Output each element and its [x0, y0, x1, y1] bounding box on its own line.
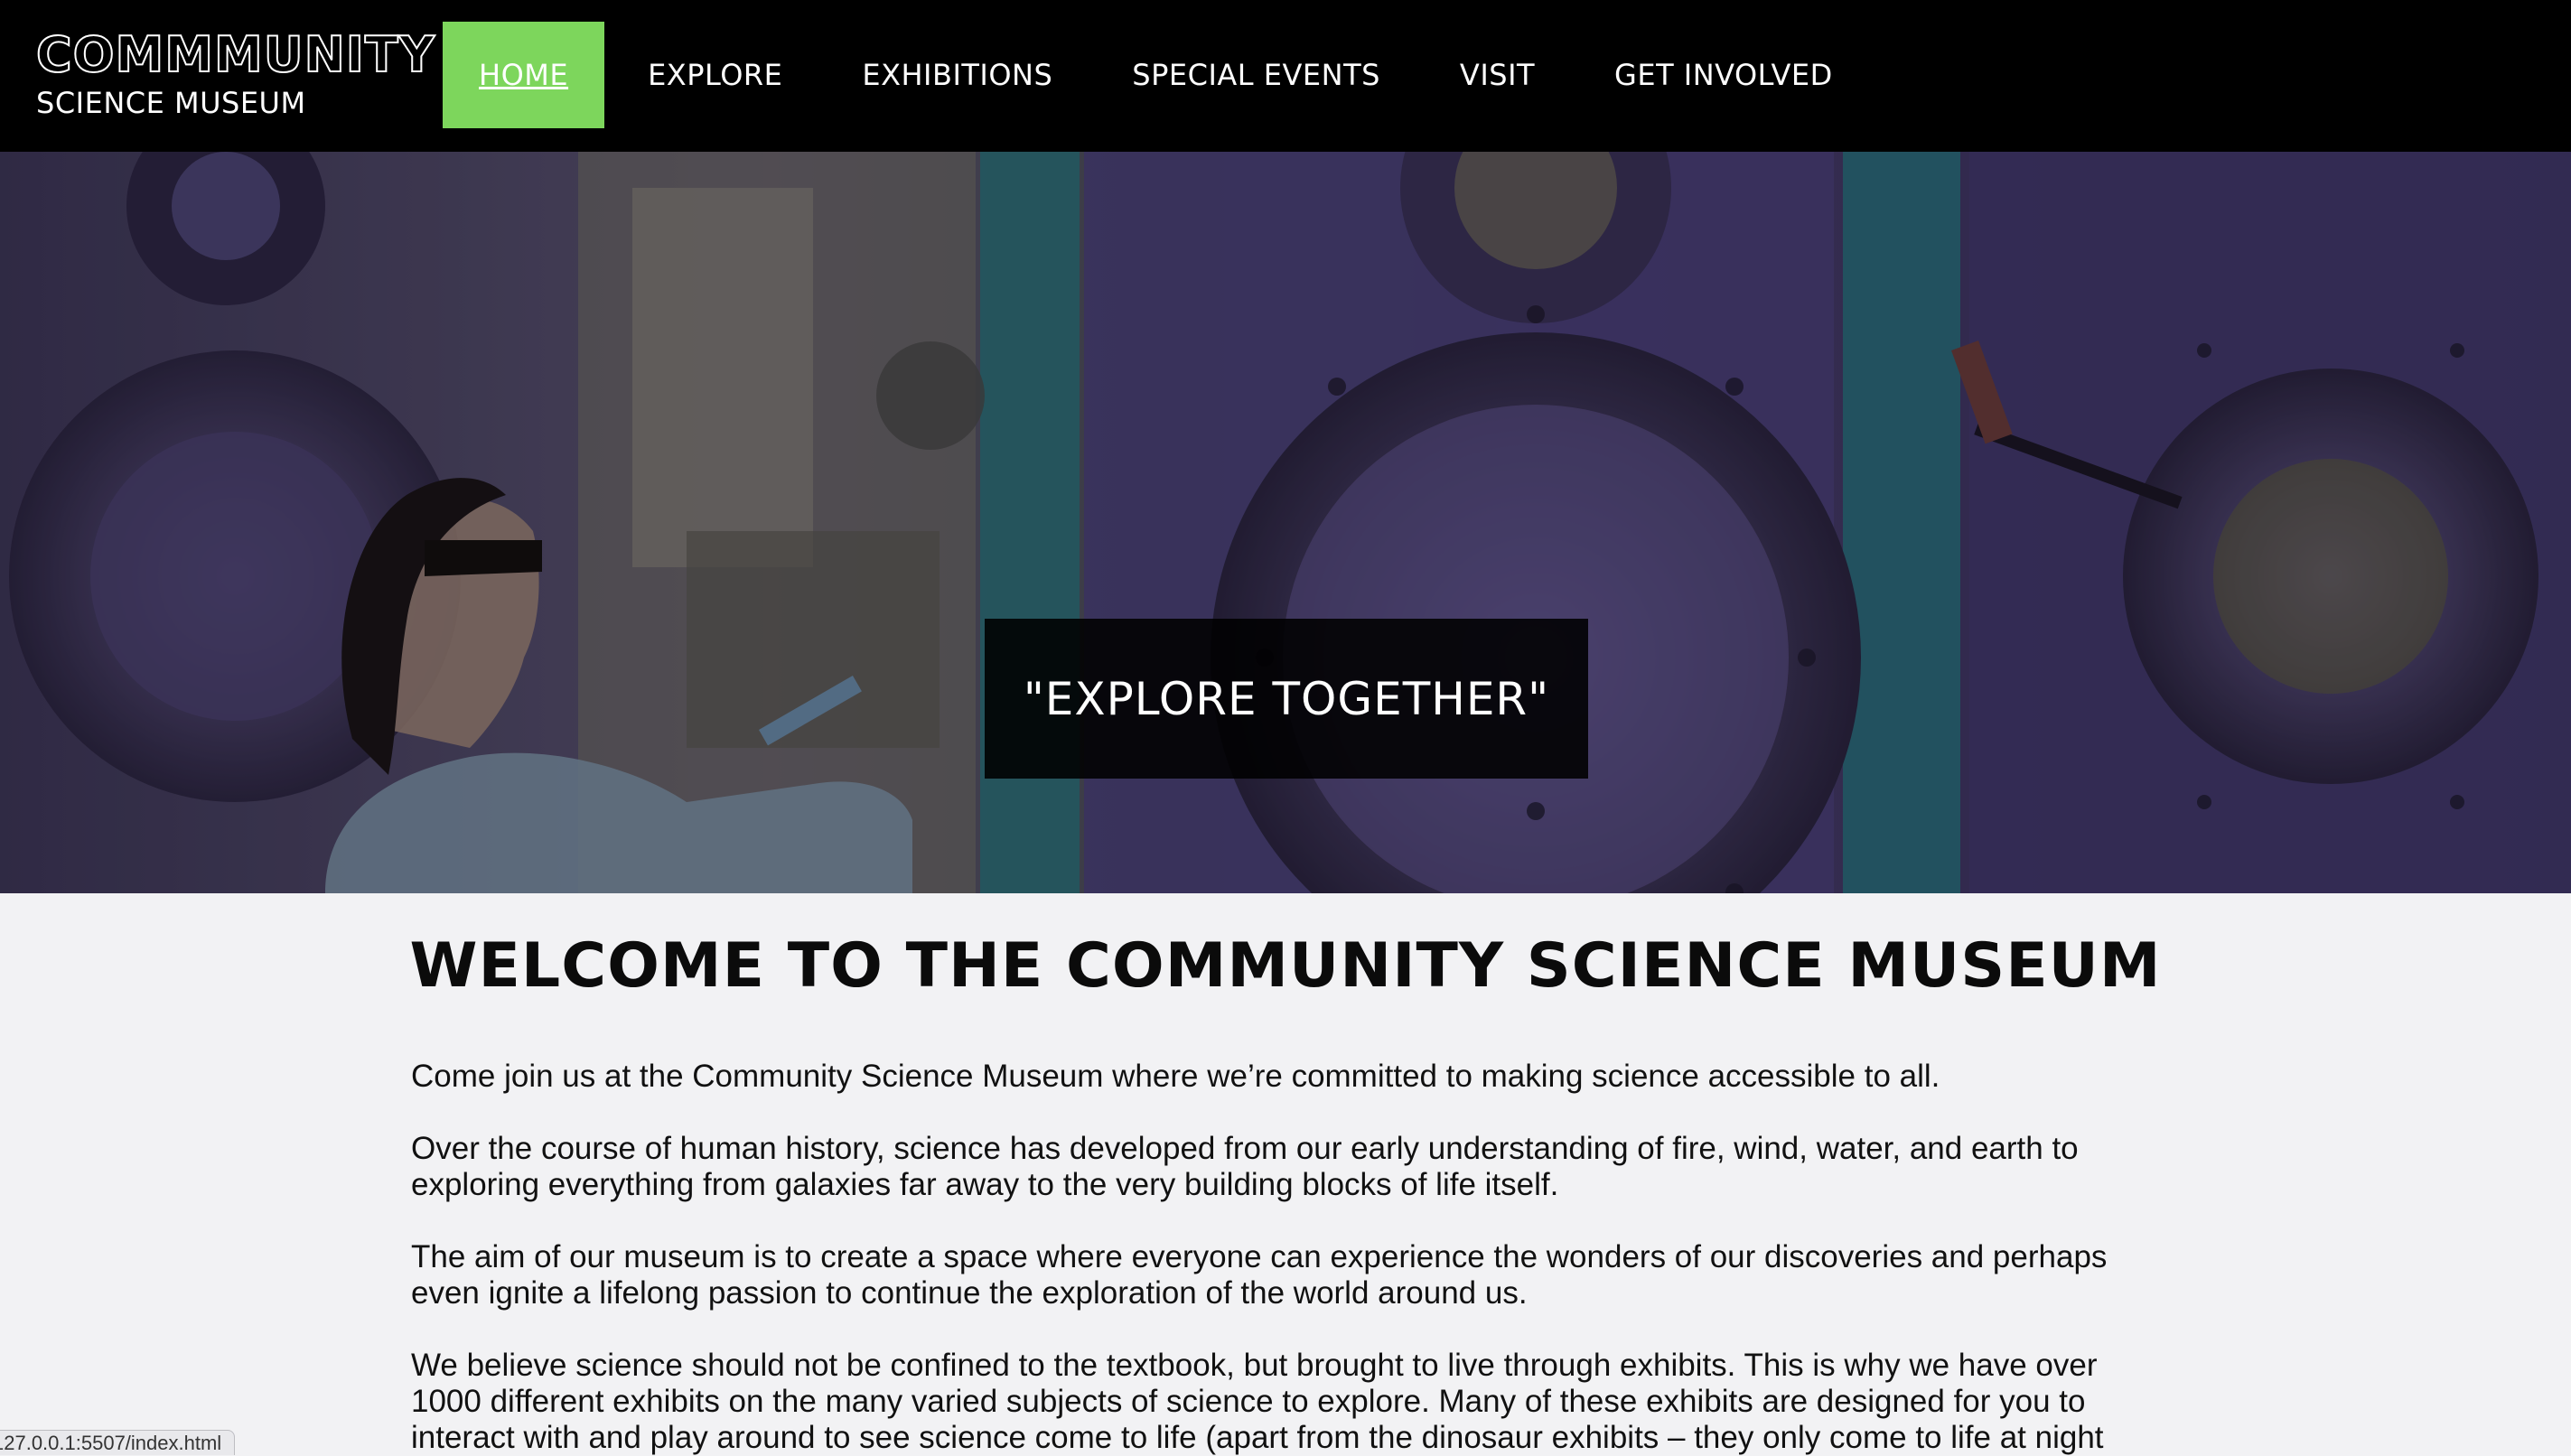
main-nav: HOME EXPLORE EXHIBITIONS SPECIAL EVENTS …: [443, 22, 1876, 128]
aim-paragraph: The aim of our museum is to create a spa…: [411, 1239, 2108, 1311]
logo-title: COMMMUNITY: [35, 25, 435, 84]
hero-banner: "EXPLORE TOGETHER": [0, 152, 2571, 893]
history-paragraph: Over the course of human history, scienc…: [411, 1131, 2079, 1202]
intro-paragraph: Come join us at the Community Science Mu…: [411, 1059, 1940, 1094]
hero-image: [0, 152, 2571, 893]
nav-exhibitions[interactable]: EXHIBITIONS: [826, 22, 1089, 128]
nav-visit[interactable]: VISIT: [1424, 22, 1571, 128]
site-header: COMMMUNITY SCIENCE MUSEUM HOME EXPLORE E…: [0, 0, 2571, 152]
nav-explore[interactable]: EXPLORE: [612, 22, 818, 128]
nav-get-involved[interactable]: GET INVOLVED: [1578, 22, 1869, 128]
exhibits-paragraph: We believe science should not be confine…: [411, 1348, 2104, 1455]
hero-tagline-box: "EXPLORE TOGETHER": [985, 619, 1588, 779]
status-url-tooltip: 127.0.0.1:5507/index.html: [0, 1430, 236, 1455]
site-logo[interactable]: COMMMUNITY SCIENCE MUSEUM: [35, 25, 435, 121]
welcome-heading: WELCOME TO THE COMMUNITY SCIENCE MUSEUM: [409, 930, 2162, 1002]
nav-special-events[interactable]: SPECIAL EVENTS: [1096, 22, 1416, 128]
logo-subtitle: SCIENCE MUSEUM: [36, 86, 306, 120]
nav-home[interactable]: HOME: [443, 22, 605, 128]
hero-tagline: "EXPLORE TOGETHER": [1023, 672, 1550, 725]
